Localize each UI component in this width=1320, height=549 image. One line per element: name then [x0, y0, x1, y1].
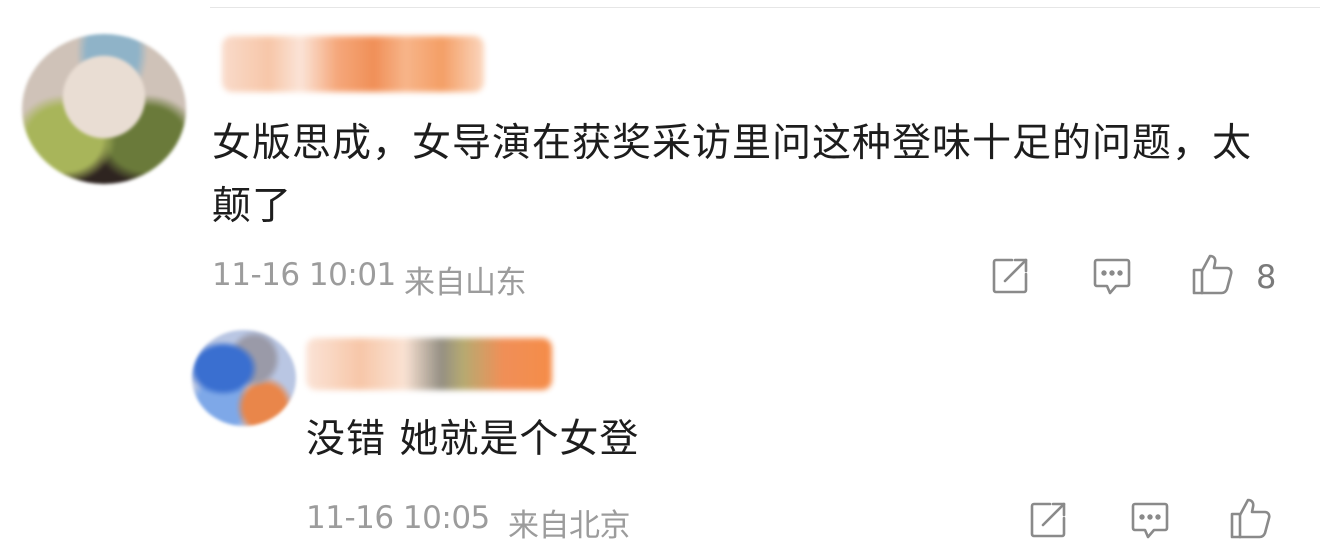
like-count: 8	[1256, 258, 1277, 296]
avatar[interactable]	[192, 330, 296, 426]
comment-location: 来自山东	[404, 265, 527, 301]
username-redacted[interactable]	[222, 36, 484, 92]
avatar[interactable]	[22, 34, 186, 184]
reply-timestamp: 11-16 10:05	[306, 500, 490, 536]
top-divider	[210, 7, 1320, 8]
username-redacted[interactable]	[306, 338, 552, 390]
comment-icon[interactable]	[1090, 254, 1134, 298]
comment-timestamp: 11-16 10:01	[212, 257, 396, 293]
share-icon[interactable]	[988, 254, 1032, 298]
comment-content: 女版思成，女导演在获奖采访里问这种登味十足的问题，太颠了	[212, 121, 1253, 229]
share-icon[interactable]	[1026, 498, 1070, 542]
like-icon[interactable]	[1228, 496, 1272, 540]
reply-location: 来自北京	[508, 508, 631, 544]
like-icon[interactable]	[1190, 252, 1234, 296]
comment-icon[interactable]	[1128, 498, 1172, 542]
reply-content: 没错 她就是个女登	[306, 417, 640, 462]
